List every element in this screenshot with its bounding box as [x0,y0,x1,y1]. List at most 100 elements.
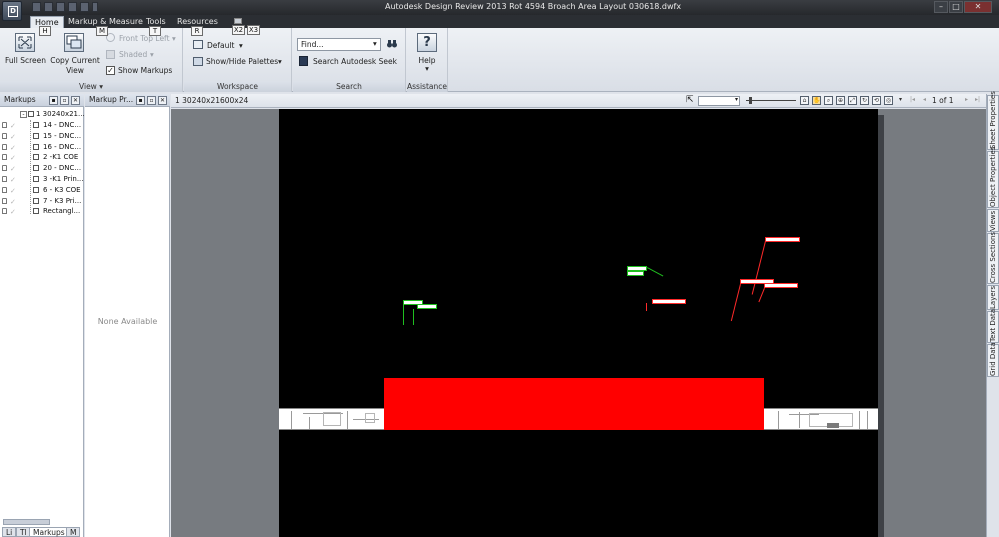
callout-markup[interactable] [627,271,644,276]
app-logo-icon: D [8,6,18,17]
tree-item[interactable]: ✓ 20 - DNC... [0,163,84,174]
show-hide-palettes-dropdown[interactable]: Show/Hide Palettes [206,57,278,66]
help-icon[interactable]: ? [417,33,437,52]
keytip-tools: T [149,26,161,36]
tab-layers[interactable]: Layers [987,285,999,310]
full-screen-button[interactable]: Full Screen [5,56,46,65]
close-button[interactable]: ✕ [964,1,992,13]
markups-panel: Markups ▪ ▫ ✕ - 1 30240x21... ✓ 14 - DNC.… [0,94,85,537]
panel-menu-icon[interactable]: ▪ [49,96,58,105]
lock-icon[interactable] [2,165,7,172]
props-menu-icon[interactable]: ▪ [136,96,145,105]
tree-item-label: 7 - K3 Pri... [43,196,82,205]
find-dropdown-chevron-icon[interactable]: ▾ [373,39,377,48]
zoom-slider[interactable] [746,100,796,101]
props-close-icon[interactable]: ✕ [158,96,167,105]
rectangle-markup[interactable] [384,378,764,430]
palettes-chevron-icon: ▾ [278,57,282,66]
find-input[interactable]: Find... [297,38,381,51]
copy-current-view-icon[interactable] [64,33,84,52]
shaded-chevron-icon: ▾ [150,50,154,59]
tab-text-data[interactable]: Text Data [987,309,999,343]
lock-icon[interactable] [2,154,7,161]
orbit-icon[interactable]: ↻ [860,96,869,105]
turntable-icon[interactable]: ⟲ [872,96,881,105]
tree-item[interactable]: ✓ 2 -K1 COE [0,152,84,163]
copy-current-view-button[interactable]: Copy Current View [50,56,100,76]
tab-m[interactable]: M [66,527,81,537]
drawing-sheet[interactable] [279,109,878,537]
previous-page-icon[interactable]: ◂ [920,96,929,105]
save-icon[interactable] [44,2,53,12]
application-menu-button[interactable]: D [2,1,22,21]
callout-markup[interactable] [652,299,686,304]
tab-list[interactable]: Li [2,527,17,537]
maximize-button[interactable]: □ [949,1,963,13]
last-page-icon[interactable]: ▸| [973,96,982,105]
panel-autohide-icon[interactable]: ▫ [60,96,69,105]
zoom-slider-handle[interactable] [749,97,752,104]
select-cursor-icon[interactable]: ⇱ [686,95,694,105]
callout-markup[interactable] [765,237,800,242]
tree-root[interactable]: - 1 30240x21... [0,109,85,120]
qat-menu-icon[interactable] [92,2,98,12]
lock-icon[interactable] [2,208,7,215]
lock-icon[interactable] [2,132,7,139]
tree-item[interactable]: ✓ 15 - DNC... [0,131,84,142]
fit-to-window-icon[interactable]: ⤢ [848,96,857,105]
tab-sheet-properties[interactable]: Sheet Properties [987,91,999,150]
minimize-ribbon-icon[interactable] [234,18,242,24]
tab-cross-sections[interactable]: Cross Sections [987,232,999,284]
workspace-default-dropdown[interactable]: Default [207,41,234,50]
status-check-icon[interactable]: ✓ [10,207,16,218]
lock-icon[interactable] [2,122,7,128]
tree-item[interactable]: ✓ Rectangl... [0,206,84,217]
lock-icon[interactable] [2,143,7,150]
shaded-dropdown[interactable]: Shaded [119,50,147,59]
page-count: 1 of 1 [932,96,954,105]
open-icon[interactable] [32,2,41,12]
home-view-icon[interactable]: ⌂ [800,96,809,105]
tree-item-label: 16 - DNC... [43,142,82,151]
empty-state-text: None Available [97,317,158,326]
markups-scrollbar[interactable] [3,519,50,525]
tab-object-properties[interactable]: Object Properties [987,147,999,208]
tree-item[interactable]: ✓ 16 - DNC... [0,142,84,153]
markup-icon [33,176,39,182]
first-page-icon[interactable]: |◂ [908,96,917,105]
markup-icon [33,208,39,215]
lock-icon[interactable] [2,186,7,193]
search-autodesk-seek-button[interactable]: Search Autodesk Seek [313,57,397,66]
zoom-combo[interactable]: ▾ [698,96,740,106]
collapse-icon[interactable]: - [20,111,27,118]
redo-icon[interactable] [80,2,89,12]
callout-markup[interactable] [764,283,798,288]
tab-views[interactable]: Views [987,209,999,232]
keytip-markup: M [96,26,108,36]
print-icon[interactable] [56,2,65,12]
props-autohide-icon[interactable]: ▫ [147,96,156,105]
front-top-left-dropdown[interactable]: Front Top Left [119,34,170,43]
minimize-button[interactable]: – [934,1,948,13]
lock-icon[interactable] [2,197,7,204]
callout-markup[interactable] [417,304,437,309]
tree-item[interactable]: ✓ 7 - K3 Pri... [0,196,84,207]
zoom-rectangle-icon[interactable]: ⊕ [836,96,845,105]
panel-close-icon[interactable]: ✕ [71,96,80,105]
tree-item[interactable]: ✓ 3 -K1 Prin... [0,174,84,185]
tab-markups[interactable]: Markups [29,527,69,537]
show-markups-checkbox[interactable]: ✓ [106,66,115,75]
next-page-icon[interactable]: ▸ [962,96,971,105]
undo-icon[interactable] [68,2,77,12]
zoom-icon[interactable]: ⌕ [824,96,833,105]
tree-item[interactable]: ✓ 6 - K3 COE [0,185,84,196]
binoculars-icon[interactable] [386,38,398,50]
look-icon[interactable]: ◎ [884,96,893,105]
help-chevron-icon: ▾ [425,64,429,73]
tab-grid-data[interactable]: Grid Data [987,342,999,377]
full-screen-icon[interactable] [15,33,35,52]
pan-icon[interactable]: ✋ [812,96,821,105]
tree-item[interactable]: ✓ 14 - DNC... [0,120,84,131]
lock-icon[interactable] [2,176,7,182]
nav-menu-chevron-icon[interactable]: ▾ [896,96,905,105]
